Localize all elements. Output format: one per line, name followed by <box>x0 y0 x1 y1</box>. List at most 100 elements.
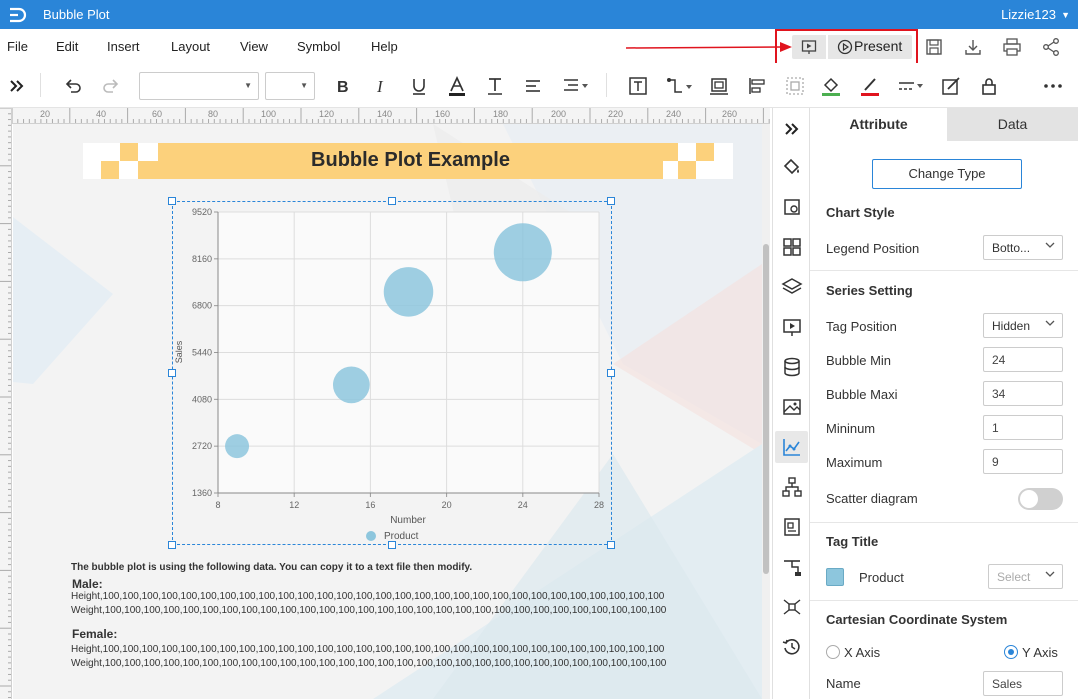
tag-position-label: Tag Position <box>826 319 897 334</box>
scrollbar-thumb[interactable] <box>763 244 769 574</box>
container-icon[interactable] <box>708 75 730 97</box>
redo-icon[interactable] <box>100 75 122 97</box>
timeline-icon[interactable] <box>781 556 803 578</box>
female-weight-data: Weight,100,100,100,100,100,100,100,100,1… <box>71 658 667 669</box>
fill-color-icon[interactable] <box>820 75 842 97</box>
ruler-ticks <box>0 108 11 699</box>
series-setting-heading: Series Setting <box>826 283 913 298</box>
properties-panel: Attribute Data Change Type Chart Style L… <box>810 108 1078 699</box>
tag-title-heading: Tag Title <box>826 534 879 549</box>
share-icon[interactable] <box>1041 37 1061 57</box>
resize-handle-w[interactable] <box>168 369 176 377</box>
page-layout-icon[interactable] <box>781 516 803 538</box>
menu-symbol[interactable]: Symbol <box>297 39 340 54</box>
minimum-label: Mininum <box>826 421 876 436</box>
resize-handle-e[interactable] <box>607 369 615 377</box>
resize-handle-s[interactable] <box>388 541 396 549</box>
resize-handle-nw[interactable] <box>168 197 176 205</box>
menu-file[interactable]: File <box>7 39 28 54</box>
align-objects-icon[interactable] <box>746 75 768 97</box>
chart-selection-frame[interactable] <box>172 201 612 545</box>
chevron-down-icon <box>1045 571 1055 577</box>
tag-position-select[interactable]: Hidden <box>983 313 1063 338</box>
ruler-label: 120 <box>319 109 335 119</box>
edit-shape-icon[interactable] <box>940 75 962 97</box>
chart-style-heading: Chart Style <box>826 205 895 220</box>
tag-position-value: Hidden <box>992 319 1031 333</box>
maximum-input[interactable]: 9 <box>983 449 1063 474</box>
menu-edit[interactable]: Edit <box>56 39 78 54</box>
ruler-label: 180 <box>493 109 509 119</box>
bubble-max-input[interactable]: 34 <box>983 381 1063 406</box>
underline-icon[interactable] <box>408 75 430 97</box>
change-type-button[interactable]: Change Type <box>872 159 1022 189</box>
collapse-panel-icon[interactable] <box>781 118 803 140</box>
connector-icon[interactable] <box>666 75 694 97</box>
toolbar-divider <box>40 73 41 97</box>
user-name[interactable]: Lizzie123 <box>1001 7 1056 22</box>
tab-attribute[interactable]: Attribute <box>810 108 947 141</box>
group-icon[interactable] <box>784 75 806 97</box>
product-label: Product <box>859 570 904 585</box>
align-icon[interactable] <box>522 75 544 97</box>
minimum-input[interactable]: 1 <box>983 415 1063 440</box>
expand-toolbar-icon[interactable] <box>6 75 28 97</box>
resize-handle-ne[interactable] <box>607 197 615 205</box>
slideshow-icon[interactable] <box>781 316 803 338</box>
legend-position-select[interactable]: Botto... <box>983 235 1063 260</box>
menu-help[interactable]: Help <box>371 39 398 54</box>
line-style-icon[interactable] <box>896 75 926 97</box>
ruler-label: 200 <box>551 109 567 119</box>
product-tag-select[interactable]: Select <box>988 564 1063 589</box>
save-icon[interactable] <box>924 37 944 57</box>
scatter-diagram-toggle[interactable] <box>1018 488 1063 510</box>
style-settings-icon[interactable] <box>781 196 803 218</box>
menu-view[interactable]: View <box>240 39 268 54</box>
font-color-icon[interactable] <box>446 75 468 97</box>
resize-handle-sw[interactable] <box>168 541 176 549</box>
grid-layout-icon[interactable] <box>781 236 803 258</box>
image-icon[interactable] <box>781 396 803 418</box>
bubble-min-value: 24 <box>992 353 1006 367</box>
more-options-icon[interactable] <box>1042 75 1064 97</box>
database-icon[interactable] <box>781 356 803 378</box>
axis-name-input[interactable]: Sales <box>983 671 1063 696</box>
chevron-down-icon: ▼ <box>300 81 308 90</box>
x-axis-radio[interactable] <box>826 645 840 659</box>
menu-insert[interactable]: Insert <box>107 39 140 54</box>
lock-icon[interactable] <box>978 75 1000 97</box>
chart-icon[interactable] <box>781 436 803 458</box>
ruler-label: 80 <box>208 109 219 119</box>
font-size-select[interactable]: ▼ <box>265 72 315 100</box>
bold-icon[interactable]: B <box>332 75 354 97</box>
y-axis-radio[interactable] <box>1004 645 1018 659</box>
resize-handle-se[interactable] <box>607 541 615 549</box>
user-caret-icon[interactable]: ▼ <box>1061 10 1070 20</box>
text-style-icon[interactable] <box>484 75 506 97</box>
title-bar: Bubble Plot Lizzie123 ▼ <box>0 0 1078 29</box>
tab-data[interactable]: Data <box>947 108 1078 141</box>
undo-icon[interactable] <box>62 75 84 97</box>
menu-layout[interactable]: Layout <box>171 39 210 54</box>
bubble-min-input[interactable]: 24 <box>983 347 1063 372</box>
line-color-icon[interactable] <box>859 75 881 97</box>
canvas-scrollbar[interactable] <box>762 124 770 699</box>
layers-icon[interactable] <box>781 276 803 298</box>
history-icon[interactable] <box>781 636 803 658</box>
font-family-select[interactable]: ▼ <box>139 72 259 100</box>
text-box-icon[interactable] <box>627 75 649 97</box>
org-chart-icon[interactable] <box>781 476 803 498</box>
print-icon[interactable] <box>1002 37 1022 57</box>
product-color-swatch[interactable] <box>826 568 844 586</box>
panel-divider <box>810 600 1078 601</box>
download-icon[interactable] <box>963 37 983 57</box>
ruler-label: 260 <box>722 109 738 119</box>
italic-icon[interactable]: I <box>370 75 392 97</box>
fill-bucket-icon[interactable] <box>781 156 803 178</box>
bubble-max-label: Bubble Maxi <box>826 387 898 402</box>
annotation-arrow-icon <box>626 42 792 52</box>
mind-map-icon[interactable] <box>781 596 803 618</box>
resize-handle-n[interactable] <box>388 197 396 205</box>
drawing-canvas[interactable]: Bubble Plot Example 8 12 16 20 24 28 1360 2720 4… <box>13 124 762 699</box>
line-spacing-icon[interactable] <box>561 75 591 97</box>
